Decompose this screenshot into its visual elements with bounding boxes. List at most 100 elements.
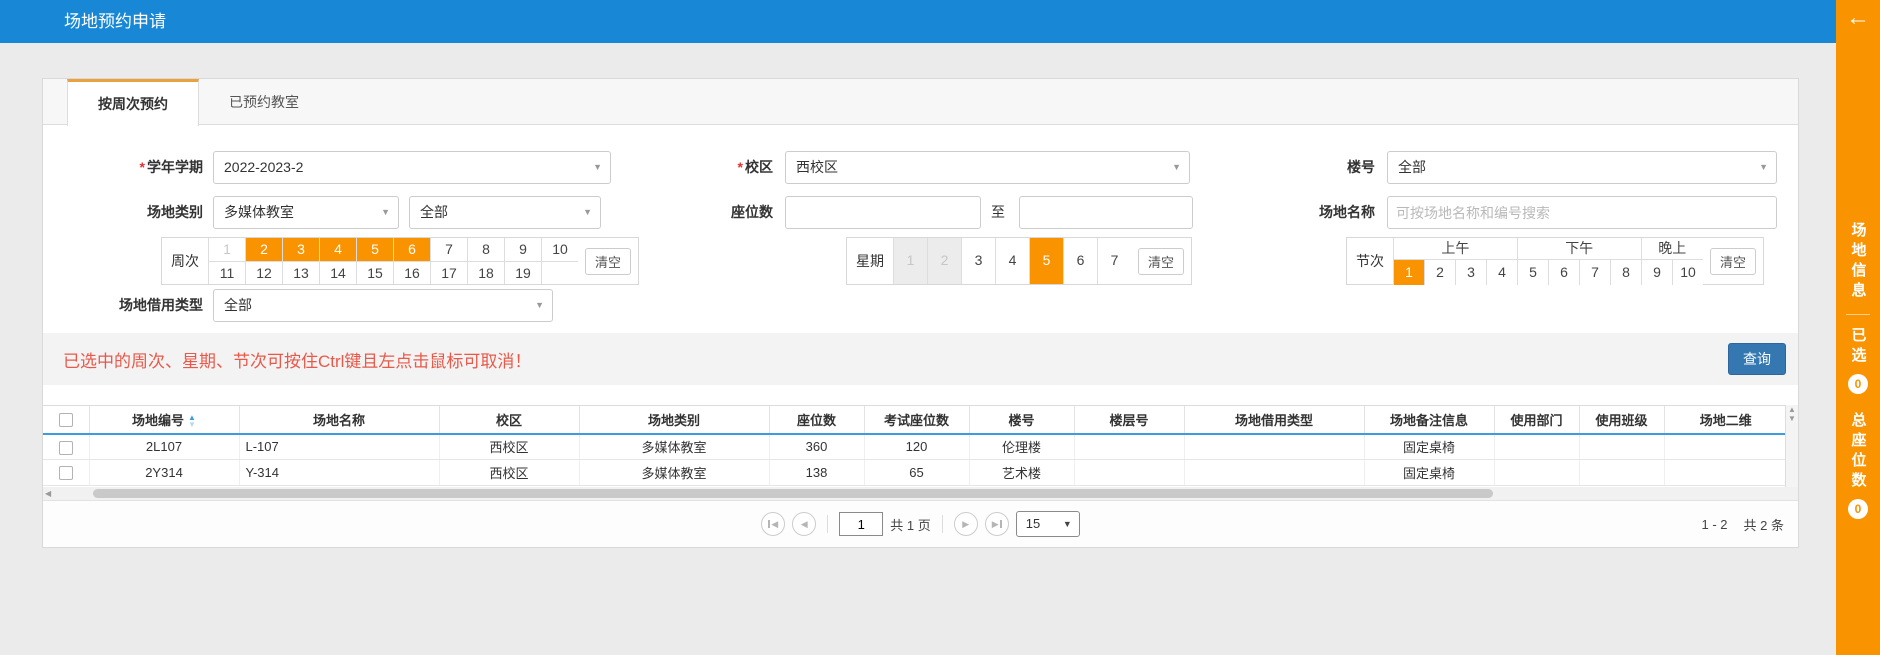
column-header[interactable]: 场地二维 [1664,406,1787,434]
page-number-input[interactable] [839,512,883,536]
period-cell[interactable]: 1 [1393,260,1424,285]
column-header[interactable]: 场地备注信息 [1364,406,1494,434]
weekday-cell[interactable]: 1 [893,238,927,284]
weekday-clear-button[interactable]: 清空 [1138,248,1184,275]
column-header[interactable]: 场地借用类型 [1184,406,1364,434]
week-cell[interactable]: 6 [393,238,430,261]
period-cell[interactable]: 8 [1610,260,1641,285]
column-header[interactable]: 考试座位数 [864,406,969,434]
column-header[interactable]: 座位数 [769,406,864,434]
cell-floor [1074,460,1184,486]
week-cell[interactable]: 15 [356,261,393,284]
weekday-cell[interactable]: 2 [927,238,961,284]
column-header[interactable]: 场地类别 [579,406,769,434]
week-cell[interactable]: 18 [467,261,504,284]
weekday-cell[interactable]: 3 [961,238,995,284]
weekday-cell[interactable]: 5 [1029,238,1063,284]
week-cell[interactable]: 1 [208,238,245,261]
cell-campus: 西校区 [439,460,579,486]
row-checkbox[interactable] [59,441,73,455]
scroll-left-icon[interactable]: ◀ [45,488,51,499]
week-cell[interactable]: 19 [504,261,541,284]
search-button[interactable]: 查询 [1728,343,1786,375]
table-row[interactable]: 2Y314 Y-314 西校区 多媒体教室 138 65 艺术楼 固定桌椅 [43,460,1787,486]
period-group-row: 上午下午晚上 [1393,238,1703,260]
week-cell[interactable]: 12 [245,261,282,284]
week-cell[interactable]: 4 [319,238,356,261]
week-cell[interactable]: 2 [245,238,282,261]
week-cell[interactable]: 7 [430,238,467,261]
week-cell[interactable]: 16 [393,261,430,284]
select-all-checkbox[interactable] [59,413,73,427]
column-header-label: 座位数 [797,413,836,428]
building-select[interactable]: 全部 ▼ [1387,151,1777,184]
collapse-back-icon[interactable]: ← [1846,6,1870,30]
venue-name-search-input[interactable] [1387,196,1777,229]
weekday-cell[interactable]: 4 [995,238,1029,284]
sort-icon[interactable]: ▲▼ [188,414,196,428]
category-select-2[interactable]: 全部 ▼ [409,196,601,229]
horizontal-scroll-thumb[interactable] [93,489,1493,498]
week-cell[interactable] [541,261,578,284]
tab[interactable]: 已预约教室 [199,79,329,124]
week-cell[interactable]: 5 [356,238,393,261]
seats-max-input[interactable] [1019,196,1193,229]
column-header[interactable]: 楼层号 [1074,406,1184,434]
page-size-select[interactable]: 15 ▼ [1016,511,1080,537]
column-header[interactable]: 使用部门 [1494,406,1579,434]
column-header[interactable]: 使用班级 [1579,406,1664,434]
week-cell[interactable]: 3 [282,238,319,261]
last-page-bar [1000,520,1002,528]
column-header[interactable]: 楼号 [969,406,1074,434]
column-header[interactable]: 场地名称 [239,406,439,434]
borrow-type-select[interactable]: 全部 ▼ [213,289,553,322]
seats-min-input[interactable] [785,196,981,229]
period-cell[interactable]: 5 [1517,260,1548,285]
week-cell[interactable]: 9 [504,238,541,261]
week-cell[interactable]: 10 [541,238,578,261]
category-select-1[interactable]: 多媒体教室 ▼ [213,196,399,229]
period-clear-button[interactable]: 清空 [1710,248,1756,275]
first-page-icon: ◀ [771,519,778,530]
column-header[interactable]: 场地编号▲▼ [89,406,239,434]
table-row[interactable]: 2L107 L-107 西校区 多媒体教室 360 120 伦理楼 固定桌椅 [43,434,1787,460]
row-checkbox[interactable] [59,466,73,480]
weekday-cell[interactable]: 7 [1097,238,1131,284]
prev-page-button[interactable]: ◀ [792,512,816,536]
page-size-value: 15 [1026,516,1040,531]
period-cell[interactable]: 9 [1641,260,1672,285]
next-page-button[interactable]: ▶ [954,512,978,536]
period-cell[interactable]: 6 [1548,260,1579,285]
week-cell[interactable]: 13 [282,261,319,284]
pager-separator [827,515,828,533]
week-cell[interactable]: 8 [467,238,504,261]
column-header[interactable]: 校区 [439,406,579,434]
table-vertical-scrollbar[interactable]: ▲ ▼ [1785,405,1798,487]
period-cell[interactable]: 2 [1424,260,1455,285]
cell-note: 固定桌椅 [1364,460,1494,486]
week-clear-button[interactable]: 清空 [585,248,631,275]
required-mark: * [140,159,145,175]
chevron-down-icon: ▼ [1172,152,1181,183]
venue-name-label: 场地名称 [1183,196,1375,229]
weekday-cell[interactable]: 6 [1063,238,1097,284]
week-cell[interactable]: 17 [430,261,467,284]
period-cell[interactable]: 3 [1455,260,1486,285]
campus-select[interactable]: 西校区 ▼ [785,151,1190,184]
table-body: 2L107 L-107 西校区 多媒体教室 360 120 伦理楼 固定桌椅 [43,434,1787,486]
tab[interactable]: 按周次预约 [67,79,199,126]
table-horizontal-scrollbar[interactable]: ◀ [43,487,1798,500]
week-cell[interactable]: 11 [208,261,245,284]
pager-separator [942,515,943,533]
first-page-button[interactable]: ◀ [761,512,785,536]
scroll-down-icon[interactable]: ▼ [1788,414,1796,423]
period-cell[interactable]: 10 [1672,260,1703,285]
column-header-label: 场地名称 [313,413,365,428]
selected-count-badge: 0 [1848,374,1868,394]
period-cell[interactable]: 4 [1486,260,1517,285]
term-select[interactable]: 2022-2023-2 ▼ [213,151,611,184]
period-cell[interactable]: 7 [1579,260,1610,285]
scroll-up-icon[interactable]: ▲ [1788,405,1796,414]
week-cell[interactable]: 14 [319,261,356,284]
last-page-button[interactable]: ▶ [985,512,1009,536]
